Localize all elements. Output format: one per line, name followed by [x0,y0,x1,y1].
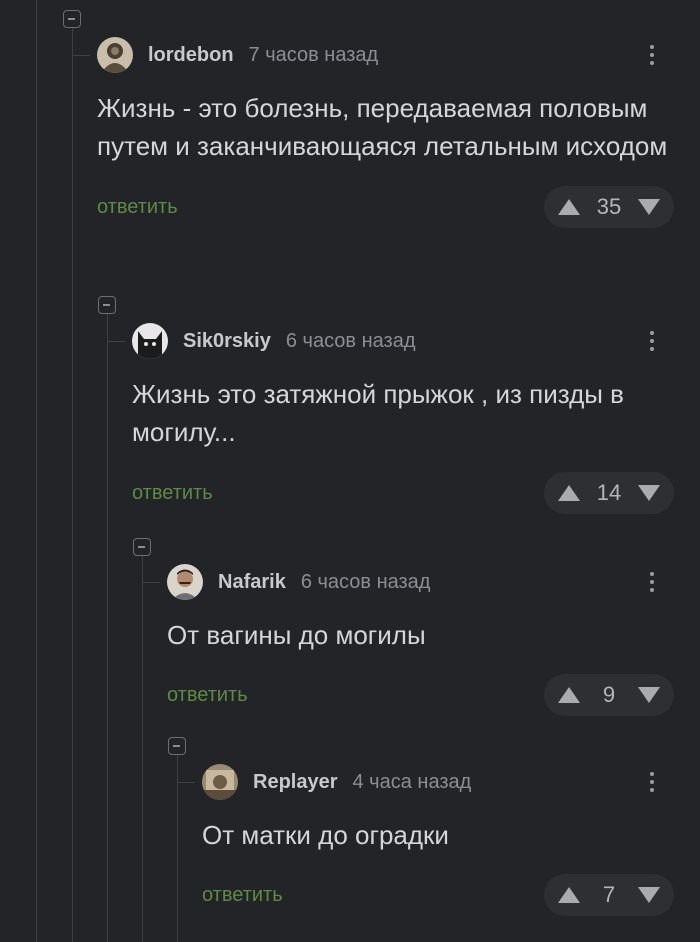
thread-connector [142,582,160,583]
comment-header: Nafarik 6 часов назад [167,562,700,602]
score: 35 [596,194,622,219]
comment: Nafarik 6 часов назад От вагины до могил… [167,562,700,718]
upvote-arrow-icon[interactable] [557,198,581,216]
thread-line [36,0,37,942]
comment-text: Жизнь это затяжной прыжок , из пизды в м… [132,379,624,447]
thread-connector [72,55,90,56]
more-vertical-icon[interactable] [646,325,658,357]
comment-text: Жизнь - это болезнь, передаваемая половы… [97,93,668,161]
reply-link[interactable]: ответить [167,684,248,707]
thread-line [177,755,178,942]
avatar[interactable] [202,764,238,800]
timestamp: 4 часа назад [352,770,472,793]
collapse-icon[interactable] [133,538,151,556]
avatar[interactable] [97,37,133,73]
comment: Sik0rskiy 6 часов назад Жизнь это затяжн… [132,321,700,516]
downvote-arrow-icon[interactable] [637,198,661,216]
timestamp: 7 часов назад [248,43,379,66]
score: 14 [596,480,622,505]
reply-link[interactable]: ответить [97,196,178,219]
more-vertical-icon[interactable] [646,566,658,598]
reply-link[interactable]: ответить [202,884,283,907]
vote-control: 7 [544,874,674,916]
downvote-arrow-icon[interactable] [637,686,661,704]
upvote-arrow-icon[interactable] [557,484,581,502]
collapse-icon[interactable] [98,296,116,314]
upvote-arrow-icon[interactable] [557,686,581,704]
timestamp: 6 часов назад [300,570,431,593]
comment-thread: lordebon 7 часов назад Жизнь - это болез… [0,0,700,942]
avatar[interactable] [167,564,203,600]
collapse-icon[interactable] [63,10,81,28]
thread-line [72,28,73,942]
reply-link[interactable]: ответить [132,482,213,505]
comment-footer: ответить 14 [132,472,700,516]
username[interactable]: Replayer [253,771,338,794]
comment: lordebon 7 часов назад Жизнь - это болез… [97,35,700,230]
score: 7 [602,882,616,907]
more-vertical-icon[interactable] [646,766,658,798]
downvote-arrow-icon[interactable] [637,886,661,904]
comment-header: Replayer 4 часа назад [202,762,700,802]
comment-text: От матки до оградки [202,820,449,850]
more-vertical-icon[interactable] [646,39,658,71]
thread-line [107,314,108,942]
vote-control: 35 [544,186,674,228]
username[interactable]: lordebon [148,44,234,67]
thread-connector [177,782,195,783]
timestamp: 6 часов назад [285,329,416,352]
vote-control: 9 [544,674,674,716]
vote-control: 14 [544,472,674,514]
collapse-icon[interactable] [168,737,186,755]
comment-header: lordebon 7 часов назад [97,35,700,75]
comment-footer: ответить 35 [97,186,700,230]
comment-text: От вагины до могилы [167,620,426,650]
thread-connector [107,341,125,342]
thread-line [142,556,143,942]
upvote-arrow-icon[interactable] [557,886,581,904]
comment: Replayer 4 часа назад От матки до оградк… [202,762,700,918]
comment-footer: ответить 9 [167,674,700,718]
avatar[interactable] [132,323,168,359]
score: 9 [602,682,616,707]
comment-footer: ответить 7 [202,874,700,918]
comment-header: Sik0rskiy 6 часов назад [132,321,700,361]
username[interactable]: Nafarik [218,571,286,594]
username[interactable]: Sik0rskiy [183,330,271,353]
downvote-arrow-icon[interactable] [637,484,661,502]
